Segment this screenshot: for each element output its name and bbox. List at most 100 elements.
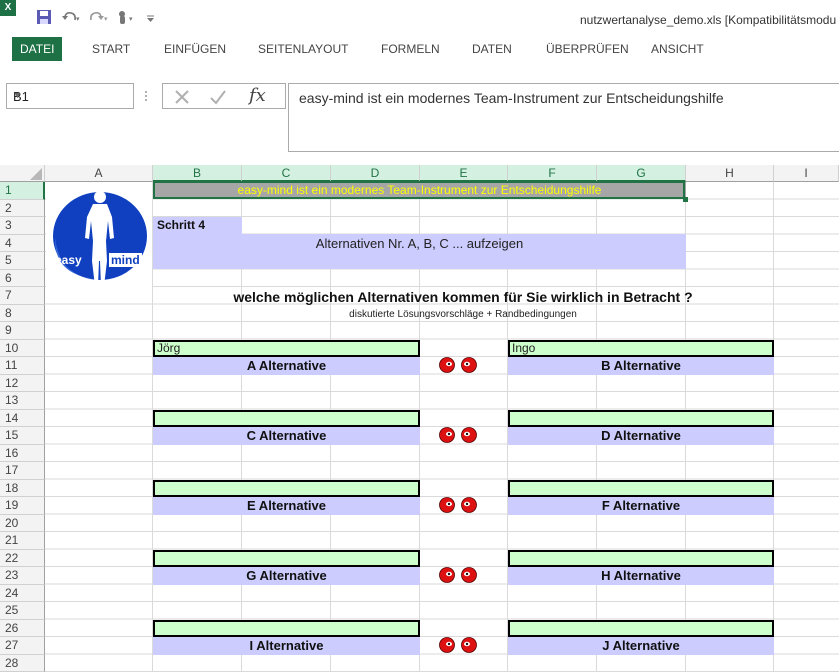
right-alternative-label: B Alternative (601, 358, 681, 373)
row-header-7[interactable]: 7 (0, 287, 45, 305)
right-name-input[interactable] (508, 549, 774, 567)
left-alternative-label: G Alternative (246, 568, 327, 583)
tab-start[interactable]: START (84, 37, 138, 61)
easy-mind-logo: easy mind (46, 183, 152, 288)
right-name-input[interactable] (508, 479, 774, 497)
fill-handle[interactable] (683, 197, 688, 202)
row-header-18[interactable]: 18 (0, 479, 45, 497)
selection-border (153, 181, 685, 199)
row-header-10[interactable]: 10 (0, 339, 45, 357)
row-header-24[interactable]: 24 (0, 584, 45, 602)
column-header-h[interactable]: H (686, 165, 774, 182)
red-ball-icon (439, 357, 455, 373)
redo-icon[interactable]: ▾ (88, 9, 108, 28)
red-ball-icon (461, 427, 477, 443)
right-alternative-label: H Alternative (601, 568, 681, 583)
row-header-2[interactable]: 2 (0, 199, 45, 217)
left-alternative-label: I Alternative (249, 638, 324, 653)
tab-datei[interactable]: DATEI (12, 37, 63, 61)
tab-formeln[interactable]: FORMELN (373, 37, 448, 61)
logo-text-mind: mind (109, 253, 142, 267)
right-alternative-label: F Alternative (601, 498, 681, 513)
row-header-14[interactable]: 14 (0, 409, 45, 427)
row-header-21[interactable]: 21 (0, 532, 45, 550)
red-ball-icon (461, 637, 477, 653)
right-name-input[interactable] (508, 409, 774, 427)
right-alternative-label: J Alternative (602, 638, 680, 653)
row-header-25[interactable]: 25 (0, 602, 45, 620)
column-header-b[interactable]: B (153, 165, 242, 182)
undo-icon[interactable]: ▾ (60, 9, 80, 28)
fx-icon[interactable]: fx (249, 85, 266, 106)
row-header-19[interactable]: 19 (0, 497, 45, 515)
red-ball-icon (439, 427, 455, 443)
excel-icon[interactable]: X (0, 0, 16, 16)
left-alternative-label: E Alternative (247, 498, 326, 513)
row-header-22[interactable]: 22 (0, 549, 45, 567)
tab-einfuegen[interactable]: EINFÜGEN (156, 37, 234, 61)
cancel-icon[interactable] (173, 88, 191, 109)
row-header-13[interactable]: 13 (0, 392, 45, 410)
right-name-input[interactable]: Ingo (508, 339, 774, 357)
tab-seitenlayout[interactable]: SEITENLAYOUT (250, 37, 356, 61)
step-description: Alternativen Nr. A, B, C ... aufzeigen (315, 236, 524, 251)
row-header-11[interactable]: 11 (0, 357, 45, 375)
left-name-input[interactable]: Jörg (153, 339, 420, 357)
tab-ueberpruefen[interactable]: ÜBERPRÜFEN (538, 37, 637, 61)
row-header-28[interactable]: 28 (0, 654, 45, 672)
red-ball-icon (439, 567, 455, 583)
row-header-1[interactable]: 1 (0, 182, 45, 200)
row-header-23[interactable]: 23 (0, 567, 45, 585)
red-ball-icon (439, 497, 455, 513)
right-name-input[interactable] (508, 619, 774, 637)
save-icon[interactable] (36, 9, 52, 28)
right-alternative-label: D Alternative (601, 428, 681, 443)
chevron-down-icon[interactable]: ▼ (13, 90, 125, 100)
svg-text:▾: ▾ (129, 15, 133, 23)
row-header-20[interactable]: 20 (0, 514, 45, 532)
column-header-d[interactable]: D (331, 165, 420, 182)
row-header-9[interactable]: 9 (0, 322, 45, 340)
left-alternative-label: A Alternative (246, 358, 327, 373)
column-header-c[interactable]: C (242, 165, 331, 182)
red-ball-icon (461, 357, 477, 373)
formula-buttons: fx (162, 83, 286, 109)
column-header-g[interactable]: G (597, 165, 686, 182)
step-label: Schritt 4 (157, 218, 206, 232)
column-header-f[interactable]: F (508, 165, 597, 182)
formula-input[interactable]: easy-mind ist ein modernes Team-Instrume… (288, 83, 839, 152)
row-header-4[interactable]: 4 (0, 234, 45, 252)
question-heading: welche möglichen Alternativen kommen für… (233, 289, 693, 305)
left-name-input[interactable] (153, 479, 420, 497)
splitter-handle[interactable] (144, 90, 148, 102)
column-header-i[interactable]: I (774, 165, 839, 182)
red-ball-icon (439, 637, 455, 653)
column-header-a[interactable]: A (45, 165, 153, 182)
row-header-3[interactable]: 3 (0, 217, 45, 235)
row-header-17[interactable]: 17 (0, 462, 45, 480)
row-header-5[interactable]: 5 (0, 252, 45, 270)
row-header-12[interactable]: 12 (0, 374, 45, 392)
row-header-16[interactable]: 16 (0, 444, 45, 462)
red-ball-icon (461, 497, 477, 513)
row-header-6[interactable]: 6 (0, 269, 45, 287)
logo-text-easy: easy (55, 253, 82, 267)
tab-daten[interactable]: DATEN (464, 37, 520, 61)
row-header-26[interactable]: 26 (0, 619, 45, 637)
row-header-8[interactable]: 8 (0, 304, 45, 322)
column-header-e[interactable]: E (420, 165, 508, 182)
enter-icon[interactable] (209, 88, 227, 109)
customize-qat-icon[interactable] (146, 9, 156, 28)
tab-ansicht[interactable]: ANSICHT (643, 37, 712, 61)
select-all-corner[interactable] (0, 165, 45, 182)
row-header-15[interactable]: 15 (0, 427, 45, 445)
left-name-input[interactable] (153, 409, 420, 427)
left-alternative-label: C Alternative (246, 428, 327, 443)
left-name-input[interactable] (153, 549, 420, 567)
question-subtitle: diskutierte Lösungsvorschläge + Randbedi… (349, 309, 577, 320)
touch-mode-icon[interactable]: ▾ (116, 9, 138, 28)
svg-text:▾: ▾ (76, 15, 80, 23)
row-header-27[interactable]: 27 (0, 637, 45, 655)
left-name-input[interactable] (153, 619, 420, 637)
name-box[interactable]: B1 ▼ (6, 83, 134, 109)
